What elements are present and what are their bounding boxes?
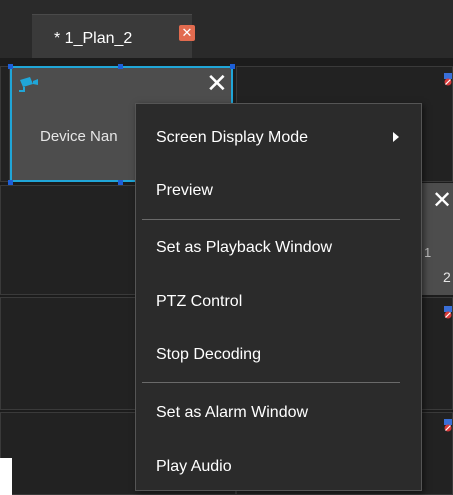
menu-item-label: Preview	[156, 182, 213, 199]
no-alarm-icon	[444, 73, 452, 86]
context-menu: Screen Display Mode Preview Set as Playb…	[135, 103, 422, 491]
menu-item-label: PTZ Control	[156, 293, 243, 310]
menu-item-set-as-alarm-window[interactable]: Set as Alarm Window	[136, 393, 421, 433]
menu-separator	[142, 382, 400, 383]
menu-item-label: Set as Playback Window	[156, 239, 333, 256]
video-cell[interactable]	[0, 66, 10, 182]
menu-item-screen-display-mode[interactable]: Screen Display Mode	[136, 118, 421, 158]
menu-item-set-as-playback-window[interactable]: Set as Playback Window	[136, 228, 421, 268]
menu-item-stop-decoding[interactable]: Stop Decoding	[136, 335, 421, 375]
resize-handle[interactable]	[230, 64, 235, 69]
menu-item-label: Stop Decoding	[156, 346, 261, 363]
menu-item-preview[interactable]: Preview	[136, 171, 421, 211]
menu-item-label: Set as Alarm Window	[156, 404, 309, 421]
menu-separator	[142, 219, 400, 220]
close-icon[interactable]: ✕	[432, 189, 452, 213]
resize-handle[interactable]	[8, 64, 13, 69]
no-alarm-icon	[444, 419, 452, 432]
menu-item-ptz-control[interactable]: PTZ Control	[136, 282, 421, 322]
tab-plan[interactable]: * 1_Plan_2 ✕	[32, 14, 195, 59]
tab-close-icon[interactable]: ✕	[179, 25, 195, 41]
chevron-right-icon	[393, 132, 399, 142]
resize-handle[interactable]	[8, 180, 13, 185]
no-alarm-icon	[444, 306, 452, 319]
tab-title: * 1_Plan_2	[54, 30, 133, 47]
resize-handle[interactable]	[118, 180, 123, 185]
device-cell[interactable]: ✕ 1 2	[422, 183, 453, 295]
device-name-label: Device Nan	[40, 128, 118, 145]
cell-number: 2	[443, 269, 451, 285]
close-icon[interactable]: ✕	[206, 70, 228, 96]
cell-number: 1	[424, 245, 432, 260]
menu-item-label: Screen Display Mode	[156, 129, 309, 146]
menu-item-play-audio[interactable]: Play Audio	[136, 447, 421, 487]
camera-icon	[19, 77, 38, 92]
menu-item-label: Play Audio	[156, 458, 232, 475]
plan-window: * 1_Plan_2 ✕ ✕ Device Nan ✕ 1 2 Screen D…	[0, 0, 453, 495]
resize-handle[interactable]	[118, 64, 123, 69]
window-edge	[0, 458, 12, 495]
tab-strip: * 1_Plan_2 ✕	[0, 0, 453, 59]
